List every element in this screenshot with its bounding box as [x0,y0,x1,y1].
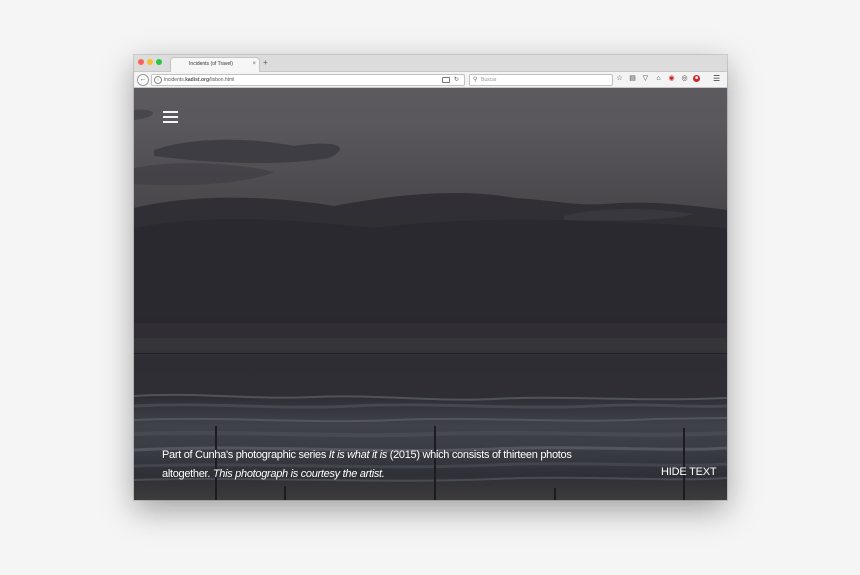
zoom-window-button[interactable] [156,59,162,65]
tab-strip: Incidents (of Travel) × + [134,55,727,72]
url-text[interactable]: incidents.kadist.org/lisbon.html [164,76,234,84]
url-domain: kadist.org [185,77,210,83]
reader-view-icon[interactable] [442,77,450,83]
search-bar[interactable]: ⚲ Buscar [469,74,613,86]
close-window-button[interactable] [138,59,144,65]
browser-window: Incidents (of Travel) × + ← i incidents.… [134,55,727,500]
star-icon[interactable]: ☆ [615,74,624,84]
caption-credit: This photograph is courtesy the artist. [212,468,385,480]
new-tab-button[interactable]: + [263,58,268,67]
reload-icon[interactable]: ↻ [454,75,459,85]
pinterest-icon[interactable]: ◉ [667,74,676,84]
caption-text: Part of Cunha's photographic series [162,449,329,461]
home-icon[interactable]: ⌂ [654,74,663,84]
tab-title: Incidents (of Travel) [189,61,233,67]
info-icon[interactable]: i [154,76,162,84]
url-prefix: incidents. [164,77,186,83]
series-title: It is what it is [328,449,387,461]
toolbar-icons: ☆ ▤ ▽ ⌂ ◉ ◎ ■ [615,74,700,85]
url-path: /lisbon.html [209,77,235,83]
page-content: Part of Cunha's photographic series It i… [134,88,727,500]
back-button[interactable]: ← [137,74,149,86]
ghostery-icon[interactable]: ◎ [680,74,689,84]
tab-close-icon[interactable]: × [252,60,256,68]
clipboard-icon[interactable]: ▤ [628,74,637,84]
menu-icon[interactable]: ☰ [713,74,720,84]
ublock-icon[interactable]: ■ [693,75,700,82]
pocket-icon[interactable]: ▽ [641,74,650,84]
address-bar[interactable]: i incidents.kadist.org/lisbon.html ↻ [151,74,465,86]
search-icon: ⚲ [473,77,478,83]
tab-incidents[interactable]: Incidents (of Travel) × [170,57,260,72]
navigation-toolbar: ← i incidents.kadist.org/lisbon.html ↻ ⚲… [134,72,727,88]
minimize-window-button[interactable] [147,59,153,65]
hamburger-menu-icon[interactable] [163,111,179,125]
hide-text-button[interactable]: HIDE TEXT [661,466,717,478]
search-placeholder: Buscar [481,77,497,83]
seascape-photo [134,109,727,500]
photo-caption: Part of Cunha's photographic series It i… [162,446,602,484]
